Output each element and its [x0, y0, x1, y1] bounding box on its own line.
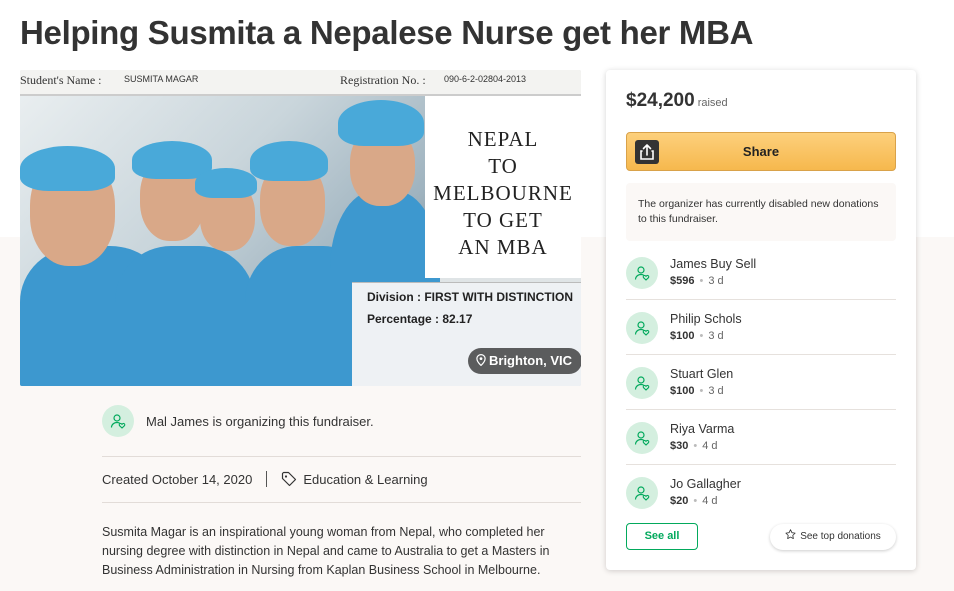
- separator-dot: •: [699, 330, 704, 342]
- donation-amount: $100: [670, 385, 695, 397]
- donation-meta: $20 • 4 d: [670, 495, 718, 507]
- donor-name: Stuart Glen: [670, 367, 734, 381]
- certificate-header: Student's Name : SUSMITA MAGAR Registrat…: [20, 70, 581, 96]
- user-heart-icon: [626, 477, 658, 509]
- separator-dot: •: [699, 275, 704, 287]
- organizer-text: Mal James is organizing this fundraiser.: [146, 413, 374, 429]
- poster-text: NEPAL TO MELBOURNE TO GET AN MBA: [425, 126, 581, 261]
- donor-name: James Buy Sell: [670, 257, 757, 271]
- tag-icon: [282, 471, 297, 487]
- donations-list: James Buy Sell $596 • 3 d Philip Schols $1…: [626, 245, 896, 520]
- separator-dot: •: [693, 495, 698, 507]
- user-heart-icon: [626, 367, 658, 399]
- meta-separator: [266, 471, 268, 487]
- donation-time: 3 d: [708, 385, 724, 397]
- donation-sidebar-card: $24,200 raised Share The organizer has cu…: [606, 70, 916, 570]
- donation-time: 4 d: [702, 495, 718, 507]
- donation-item: Riya Varma $30 • 4 d: [626, 410, 896, 465]
- created-date: Created October 14, 2020: [102, 471, 253, 487]
- division-line: Division : FIRST WITH DISTINCTION: [367, 290, 573, 304]
- location-badge: Brighton, VIC: [468, 348, 581, 374]
- location-pin-icon: [476, 354, 486, 366]
- see-top-donations-label: See top donations: [800, 531, 881, 542]
- category-link[interactable]: Education & Learning: [303, 472, 427, 487]
- student-name-value: SUSMITA MAGAR: [124, 74, 199, 84]
- donation-meta: $30 • 4 d: [670, 440, 718, 452]
- donation-item: Philip Schols $100 • 3 d: [626, 300, 896, 355]
- separator-dot: •: [699, 385, 704, 397]
- page-title: Helping Susmita a Nepalese Nurse get her…: [20, 14, 754, 51]
- percentage-line: Percentage : 82.17: [367, 312, 473, 326]
- donor-name: Riya Varma: [670, 422, 735, 436]
- amount-raised-value: $24,200: [626, 90, 695, 111]
- amount-raised: $24,200 raised: [626, 90, 728, 112]
- user-heart-icon: [626, 312, 658, 344]
- hero-image[interactable]: Student's Name : SUSMITA MAGAR Registrat…: [20, 70, 581, 386]
- donation-time: 4 d: [702, 440, 718, 452]
- donation-amount: $596: [670, 275, 695, 287]
- share-button-label: Share: [742, 144, 780, 159]
- donation-item: Stuart Glen $100 • 3 d: [626, 355, 896, 410]
- donation-amount: $100: [670, 330, 695, 342]
- poster-line: TO GET: [463, 208, 543, 232]
- user-heart-icon: [626, 257, 658, 289]
- donation-meta: $100 • 3 d: [670, 330, 724, 342]
- donation-item: James Buy Sell $596 • 3 d: [626, 245, 896, 300]
- amount-raised-label: raised: [697, 97, 728, 109]
- meta-row: Created October 14, 2020 Education & Lea…: [102, 471, 428, 487]
- donation-item: Jo Gallagher $20 • 4 d: [626, 465, 896, 520]
- separator-dot: •: [693, 440, 698, 452]
- donor-name: Philip Schols: [670, 312, 742, 326]
- user-heart-icon: [102, 405, 134, 437]
- divider: [102, 502, 581, 503]
- donation-meta: $596 • 3 d: [670, 275, 724, 287]
- share-icon: [635, 140, 659, 164]
- see-all-button[interactable]: See all: [626, 523, 698, 550]
- divider: [102, 456, 581, 457]
- donation-amount: $30: [670, 440, 689, 452]
- poster-line: TO: [488, 154, 518, 178]
- registration-value: 090-6-2-02804-2013: [444, 74, 527, 84]
- donor-name: Jo Gallagher: [670, 477, 741, 491]
- poster-line: NEPAL: [467, 127, 539, 151]
- poster-line: MELBOURNE: [433, 181, 573, 205]
- donation-time: 3 d: [708, 275, 724, 287]
- share-button[interactable]: Share: [626, 132, 896, 171]
- donations-disabled-notice: The organizer has currently disabled new…: [626, 183, 896, 241]
- organizer-row: Mal James is organizing this fundraiser.: [102, 405, 374, 437]
- student-name-label: Student's Name :: [20, 73, 102, 87]
- donation-meta: $100 • 3 d: [670, 385, 724, 397]
- location-text: Brighton, VIC: [489, 353, 573, 368]
- donation-amount: $20: [670, 495, 689, 507]
- story-description: Susmita Magar is an inspirational young …: [102, 525, 550, 577]
- star-icon: [785, 529, 796, 539]
- user-heart-icon: [626, 422, 658, 454]
- donation-time: 3 d: [708, 330, 724, 342]
- see-top-donations-button[interactable]: See top donations: [770, 524, 896, 550]
- poster-line: AN MBA: [458, 235, 548, 259]
- registration-label: Registration No. :: [340, 73, 426, 87]
